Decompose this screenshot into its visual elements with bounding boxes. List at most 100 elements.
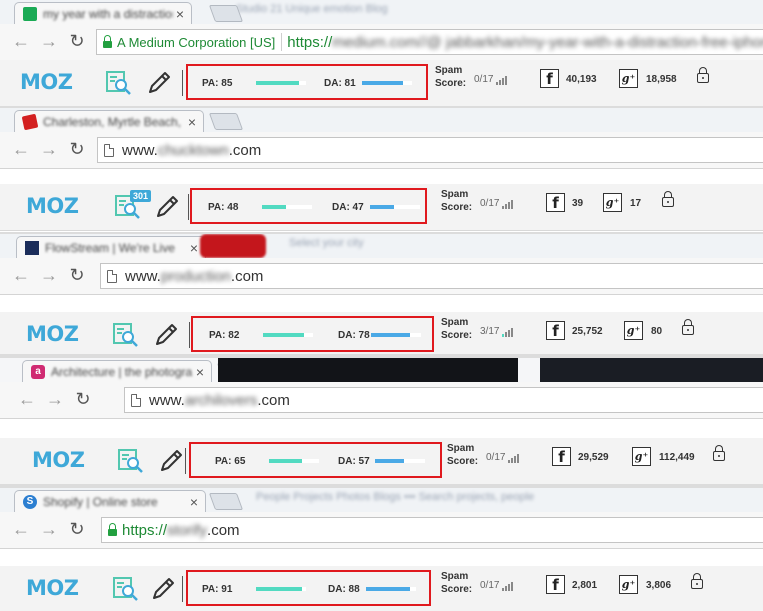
reload-icon[interactable]: ↻ <box>66 138 88 160</box>
facebook-share-count: 40,193 <box>566 74 597 85</box>
arrow-left-icon[interactable]: ← <box>10 138 32 160</box>
domain-authority-fill <box>362 81 403 85</box>
medium-icon <box>23 6 37 21</box>
tab-title: Shopify | Online store <box>43 494 158 509</box>
arrow-left-icon[interactable]: ← <box>10 518 32 540</box>
spam-score-value[interactable]: 0/17 <box>480 198 514 209</box>
browser-window-2: Charleston, Myrtle Beach, ... × ← → ↻ www. chu… <box>0 108 763 232</box>
reload-icon[interactable]: ↻ <box>66 518 88 540</box>
pencil-icon[interactable] <box>158 448 184 474</box>
pencil-icon[interactable] <box>153 322 179 348</box>
page-analysis-icon[interactable] <box>118 448 144 474</box>
reload-icon[interactable]: ↻ <box>66 264 88 286</box>
padlock-icon[interactable] <box>682 319 694 335</box>
spam-score-label: Spam Score: <box>435 64 466 90</box>
address-bar[interactable]: www. production .com <box>100 263 763 289</box>
padlock-icon[interactable] <box>662 191 674 207</box>
arrow-right-icon[interactable]: → <box>38 138 60 160</box>
page-analysis-icon[interactable] <box>106 70 132 96</box>
pencil-icon[interactable] <box>150 576 176 602</box>
domain-authority-label: DA: 88 <box>328 584 360 595</box>
spam-signal-bars-icon <box>502 200 514 209</box>
toolbar-divider <box>182 576 183 602</box>
tab-close-icon[interactable]: × <box>193 365 207 379</box>
google-plus-icon[interactable]: g⁺ <box>619 575 638 594</box>
facebook-icon[interactable]: f <box>546 321 565 340</box>
active-tab[interactable]: FlowStream | We're Live × <box>16 236 206 258</box>
moz-logo[interactable]: MOZ <box>26 322 79 346</box>
spam-score-value[interactable]: 0/17 <box>480 580 514 591</box>
moz-logo[interactable]: MOZ <box>20 70 73 94</box>
address-bar[interactable]: www. archilovers .com <box>124 387 763 413</box>
new-tab-button[interactable] <box>208 493 244 510</box>
pencil-icon[interactable] <box>146 70 172 96</box>
tab-close-icon[interactable]: × <box>185 115 199 129</box>
google-plus-count: 112,449 <box>659 452 695 463</box>
spam-signal-bars-icon <box>508 454 520 463</box>
padlock-icon[interactable] <box>691 573 703 589</box>
google-plus-icon[interactable]: g⁺ <box>603 193 622 212</box>
tab-close-icon[interactable]: × <box>173 7 187 21</box>
google-plus-icon[interactable]: g⁺ <box>619 69 638 88</box>
padlock-icon[interactable] <box>697 67 709 83</box>
address-bar[interactable]: www. chucktown .com <box>97 137 763 163</box>
facebook-icon[interactable]: f <box>552 447 571 466</box>
domain-authority-label: DA: 57 <box>338 456 370 467</box>
browser-window-1: Studio 21 Unique emotion Blog my year wit… <box>0 0 763 106</box>
spam-score-label: Spam Score: <box>441 570 472 596</box>
facebook-icon[interactable]: f <box>546 575 565 594</box>
active-tab[interactable]: a Architecture | the photography× <box>22 360 212 382</box>
url-host-redacted: production <box>160 267 231 285</box>
moz-logo[interactable]: MOZ <box>26 576 79 600</box>
tab-title: Charleston, Myrtle Beach, ... <box>43 114 185 129</box>
arrow-left-icon[interactable]: ← <box>16 388 38 410</box>
reload-icon[interactable]: ↻ <box>66 30 88 52</box>
browser-toolbar: ← → ↻ www. chucktown .com <box>0 132 763 169</box>
page-info-icon[interactable] <box>107 269 117 283</box>
domain-authority-fill <box>366 587 410 591</box>
active-tab[interactable]: Charleston, Myrtle Beach, ... × <box>14 110 204 132</box>
spam-score-value[interactable]: 0/17 <box>486 452 520 463</box>
spam-score-value[interactable]: 0/17 <box>474 74 508 85</box>
tab-close-icon[interactable]: × <box>187 495 201 509</box>
url-scheme: www. <box>149 391 185 409</box>
arrow-right-icon[interactable]: → <box>44 388 66 410</box>
arrow-right-icon[interactable]: → <box>38 518 60 540</box>
domain-authority-bar <box>371 333 421 337</box>
ev-certificate-badge[interactable]: A Medium Corporation [US] <box>103 33 283 51</box>
moz-logo[interactable]: MOZ <box>32 448 85 472</box>
page-analysis-icon[interactable] <box>113 576 139 602</box>
arrow-left-icon[interactable]: ← <box>10 30 32 52</box>
page-authority-label: PA: 91 <box>202 584 233 595</box>
pencil-icon[interactable] <box>154 194 180 220</box>
address-bar[interactable]: A Medium Corporation [US] https://medium.… <box>96 29 763 55</box>
browser-toolbar: ← → ↻ https://storify .com <box>0 512 763 549</box>
reload-icon[interactable]: ↻ <box>72 388 94 410</box>
page-analysis-icon[interactable] <box>113 322 139 348</box>
google-plus-icon[interactable]: g⁺ <box>632 447 651 466</box>
spam-label-line2: Score: <box>447 456 479 467</box>
new-tab-button[interactable] <box>208 5 244 22</box>
facebook-icon[interactable]: f <box>540 69 559 88</box>
url-host-redacted: medium.com/ <box>332 33 423 51</box>
facebook-icon[interactable]: f <box>546 193 565 212</box>
arrow-left-icon[interactable]: ← <box>10 264 32 286</box>
page-info-icon[interactable] <box>131 393 141 407</box>
padlock-icon[interactable] <box>713 445 725 461</box>
page-analysis-icon[interactable]: 301 <box>115 190 152 220</box>
new-tab-button[interactable] <box>208 113 244 130</box>
browser-window-5: People Projects Photos Blogs ••• Search … <box>0 488 763 611</box>
active-tab[interactable]: my year with a distraction × <box>14 2 192 24</box>
arrow-right-icon[interactable]: → <box>38 264 60 286</box>
google-plus-icon[interactable]: g⁺ <box>624 321 643 340</box>
domain-authority-label: DA: 47 <box>332 202 364 213</box>
address-bar[interactable]: https://storify .com <box>101 517 763 543</box>
page-authority-bar <box>263 333 313 337</box>
url-host-redacted: archilovers <box>184 391 258 409</box>
active-tab[interactable]: S Shopify | Online store × <box>14 490 206 512</box>
page-info-icon[interactable] <box>104 143 114 157</box>
arrow-right-icon[interactable]: → <box>38 30 60 52</box>
tab-close-icon[interactable]: × <box>187 241 201 255</box>
moz-logo[interactable]: MOZ <box>26 194 79 218</box>
spam-score-value[interactable]: 3/17 <box>480 326 514 337</box>
